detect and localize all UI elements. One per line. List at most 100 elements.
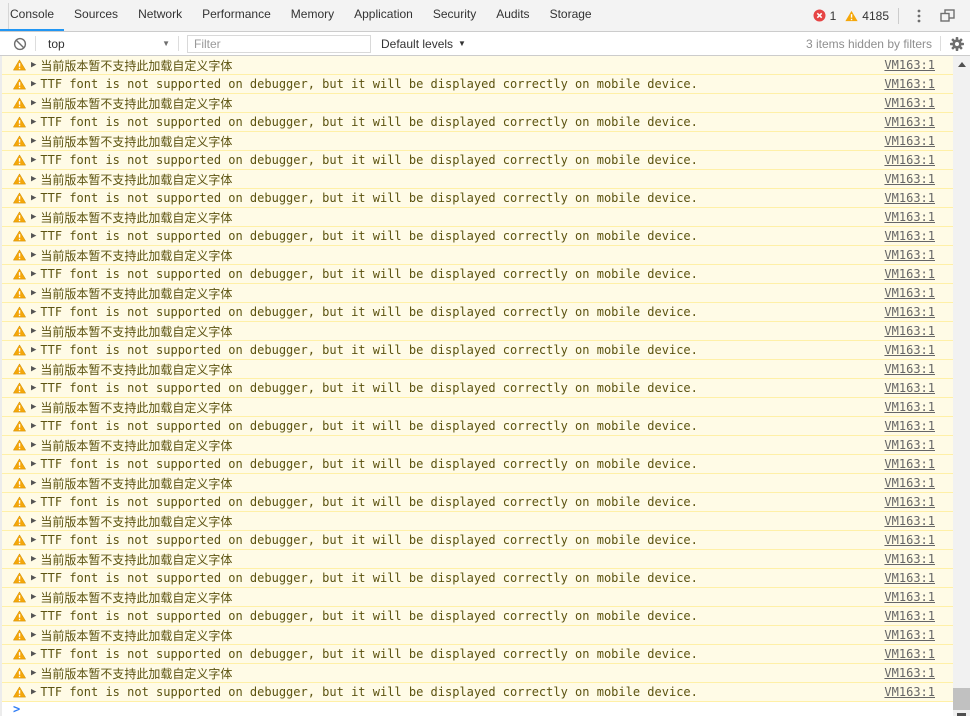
console-message-text: 当前版本暂不支持此加载自定义字体 [40,666,233,681]
expand-triangle-icon[interactable]: ▶ [31,402,36,412]
scrollbar-thumb[interactable] [953,688,970,710]
source-location-link[interactable]: VM163:1 [884,172,935,186]
expand-triangle-icon[interactable]: ▶ [31,630,36,640]
warning-icon [13,534,26,546]
source-location-link[interactable]: VM163:1 [884,571,935,585]
expand-triangle-icon[interactable]: ▶ [31,573,36,583]
expand-triangle-icon[interactable]: ▶ [31,687,36,697]
expand-triangle-icon[interactable]: ▶ [31,193,36,203]
prompt-chevron-icon: > [13,702,21,716]
expand-triangle-icon[interactable]: ▶ [31,79,36,89]
source-location-link[interactable]: VM163:1 [884,115,935,129]
console-prompt-row[interactable]: > [0,702,953,716]
source-location-link[interactable]: VM163:1 [884,647,935,661]
gear-icon[interactable] [949,36,965,52]
tab-application[interactable]: Application [344,0,423,31]
source-location-link[interactable]: VM163:1 [884,628,935,642]
expand-triangle-icon[interactable]: ▶ [31,535,36,545]
source-location-link[interactable]: VM163:1 [884,153,935,167]
expand-triangle-icon[interactable]: ▶ [31,478,36,488]
source-location-link[interactable]: VM163:1 [884,552,935,566]
expand-triangle-icon[interactable]: ▶ [31,459,36,469]
source-location-link[interactable]: VM163:1 [884,495,935,509]
source-location-link[interactable]: VM163:1 [884,77,935,91]
source-location-link[interactable]: VM163:1 [884,400,935,414]
source-location-link[interactable]: VM163:1 [884,343,935,357]
tab-security[interactable]: Security [423,0,486,31]
source-location-link[interactable]: VM163:1 [884,96,935,110]
vertical-scrollbar[interactable] [953,56,970,716]
source-location-link[interactable]: VM163:1 [884,476,935,490]
tab-performance[interactable]: Performance [192,0,281,31]
expand-triangle-icon[interactable]: ▶ [31,174,36,184]
expand-triangle-icon[interactable]: ▶ [31,326,36,336]
source-location-link[interactable]: VM163:1 [884,210,935,224]
source-location-link[interactable]: VM163:1 [884,533,935,547]
source-location-link[interactable]: VM163:1 [884,362,935,376]
tab-sources[interactable]: Sources [64,0,128,31]
source-location-link[interactable]: VM163:1 [884,305,935,319]
console-warning-row: ▶ 当前版本暂不支持此加载自定义字体 VM163:1 [0,208,953,227]
source-location-link[interactable]: VM163:1 [884,248,935,262]
expand-triangle-icon[interactable]: ▶ [31,554,36,564]
expand-triangle-icon[interactable]: ▶ [31,611,36,621]
expand-triangle-icon[interactable]: ▶ [31,649,36,659]
console-warning-row: ▶ 当前版本暂不支持此加载自定义字体 VM163:1 [0,360,953,379]
source-location-link[interactable]: VM163:1 [884,324,935,338]
expand-triangle-icon[interactable]: ▶ [31,269,36,279]
source-location-link[interactable]: VM163:1 [884,229,935,243]
expand-triangle-icon[interactable]: ▶ [31,497,36,507]
source-location-link[interactable]: VM163:1 [884,419,935,433]
tab-console[interactable]: Console [0,0,65,31]
expand-triangle-icon[interactable]: ▶ [31,383,36,393]
expand-triangle-icon[interactable]: ▶ [31,60,36,70]
console-message-text: 当前版本暂不支持此加载自定义字体 [40,590,233,605]
console-message-text: 当前版本暂不支持此加载自定义字体 [40,210,233,225]
expand-triangle-icon[interactable]: ▶ [31,155,36,165]
console-warning-row: ▶ 当前版本暂不支持此加载自定义字体 VM163:1 [0,170,953,189]
source-location-link[interactable]: VM163:1 [884,666,935,680]
expand-triangle-icon[interactable]: ▶ [31,592,36,602]
source-location-link[interactable]: VM163:1 [884,590,935,604]
source-location-link[interactable]: VM163:1 [884,134,935,148]
scrollbar-up-button[interactable] [953,56,970,73]
expand-triangle-icon[interactable]: ▶ [31,345,36,355]
console-warning-row: ▶ 当前版本暂不支持此加载自定义字体 VM163:1 [0,284,953,303]
context-selector[interactable]: top ▼ [40,37,178,51]
clear-console-icon[interactable] [13,37,27,51]
devtools-window: Console Sources Network Performance Memo… [0,0,970,716]
tab-storage[interactable]: Storage [540,0,602,31]
expand-triangle-icon[interactable]: ▶ [31,250,36,260]
tab-memory[interactable]: Memory [281,0,344,31]
source-location-link[interactable]: VM163:1 [884,286,935,300]
expand-triangle-icon[interactable]: ▶ [31,212,36,222]
expand-triangle-icon[interactable]: ▶ [31,516,36,526]
expand-triangle-icon[interactable]: ▶ [31,668,36,678]
expand-triangle-icon[interactable]: ▶ [31,440,36,450]
expand-triangle-icon[interactable]: ▶ [31,231,36,241]
source-location-link[interactable]: VM163:1 [884,457,935,471]
expand-triangle-icon[interactable]: ▶ [31,307,36,317]
expand-triangle-icon[interactable]: ▶ [31,421,36,431]
source-location-link[interactable]: VM163:1 [884,58,935,72]
overflow-menu-icon[interactable] [908,5,930,27]
console-message-text: TTF font is not supported on debugger, b… [40,115,698,129]
source-location-link[interactable]: VM163:1 [884,191,935,205]
expand-triangle-icon[interactable]: ▶ [31,98,36,108]
source-location-link[interactable]: VM163:1 [884,438,935,452]
tab-audits[interactable]: Audits [486,0,539,31]
expand-triangle-icon[interactable]: ▶ [31,288,36,298]
source-location-link[interactable]: VM163:1 [884,609,935,623]
dock-side-icon[interactable] [936,5,958,27]
expand-triangle-icon[interactable]: ▶ [31,364,36,374]
expand-triangle-icon[interactable]: ▶ [31,136,36,146]
filter-input[interactable] [187,34,371,53]
tab-network[interactable]: Network [128,0,192,31]
source-location-link[interactable]: VM163:1 [884,514,935,528]
warning-icon [13,439,26,451]
source-location-link[interactable]: VM163:1 [884,267,935,281]
expand-triangle-icon[interactable]: ▶ [31,117,36,127]
log-levels-dropdown[interactable]: Default levels ▼ [381,37,466,51]
source-location-link[interactable]: VM163:1 [884,685,935,699]
source-location-link[interactable]: VM163:1 [884,381,935,395]
